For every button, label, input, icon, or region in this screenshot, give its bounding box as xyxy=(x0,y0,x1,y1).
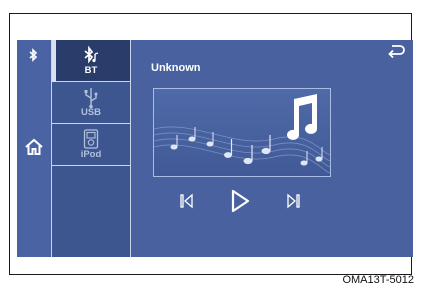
source-label: iPod xyxy=(80,149,102,160)
album-art xyxy=(153,88,331,177)
track-title: Unknown xyxy=(151,62,201,74)
source-list: BT USB iPod xyxy=(51,40,131,257)
playback-controls xyxy=(171,187,311,217)
play-icon[interactable] xyxy=(229,189,251,213)
source-item-usb[interactable]: USB xyxy=(52,82,130,124)
source-item-bt[interactable]: BT xyxy=(52,40,130,82)
music-notes-artwork xyxy=(154,94,330,173)
source-label: BT xyxy=(84,65,98,76)
source-item-ipod[interactable]: iPod xyxy=(52,124,130,166)
head-unit-screen: BT USB iPod Unknown xyxy=(17,40,413,257)
screen-edge xyxy=(409,180,412,228)
bluetooth-icon xyxy=(29,48,38,62)
bluetooth-music-icon xyxy=(84,45,99,64)
back-arrow-icon[interactable] xyxy=(387,44,405,58)
home-icon[interactable] xyxy=(24,137,44,157)
skip-previous-icon[interactable] xyxy=(179,193,195,209)
usb-icon xyxy=(84,88,98,109)
skip-next-icon[interactable] xyxy=(285,193,301,209)
status-strip xyxy=(17,40,50,257)
now-playing-panel: Unknown xyxy=(131,40,413,257)
ipod-icon xyxy=(83,129,99,149)
source-label: USB xyxy=(80,107,102,118)
figure-caption: OMA13T-5012 xyxy=(342,274,414,286)
